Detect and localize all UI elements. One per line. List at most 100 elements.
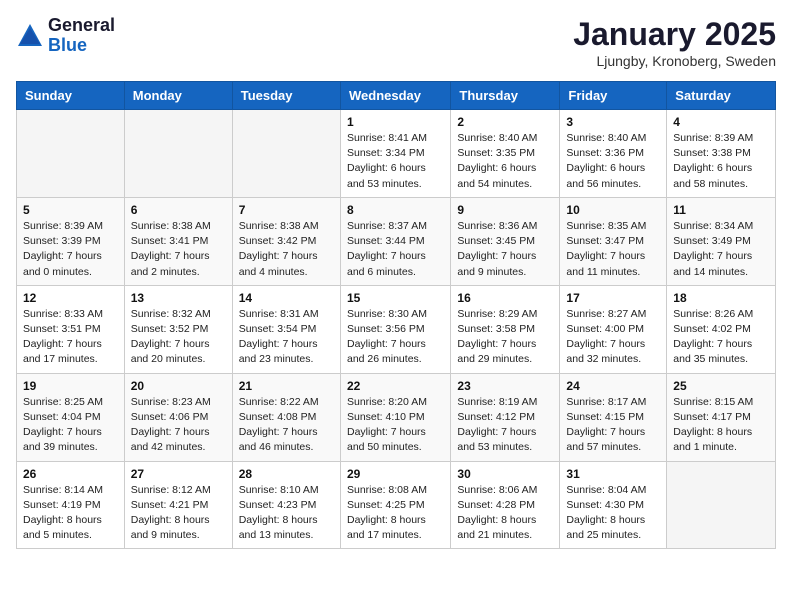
calendar-cell: 27Sunrise: 8:12 AM Sunset: 4:21 PM Dayli… (124, 461, 232, 549)
calendar-cell: 4 Sunrise: 8:39 AM Sunset: 3:38 PM Daylig… (667, 110, 776, 198)
title-block: January 2025 Ljungby, Kronoberg, Sweden (573, 16, 776, 69)
day-number: 3 (566, 115, 660, 129)
day-info: Sunrise: 8:31 AM Sunset: 3:54 PM Dayligh… (239, 307, 334, 368)
day-info: Sunrise: 8:06 AM Sunset: 4:28 PM Dayligh… (457, 483, 553, 544)
calendar-cell: 26 Sunrise: 8:14 AM Sunset: 4:19 PM Dayli… (17, 461, 125, 549)
logo-text-general: General (48, 16, 115, 36)
calendar-cell (232, 110, 340, 198)
day-number: 12 (23, 291, 118, 305)
day-info: Sunrise: 8:25 AM Sunset: 4:04 PM Dayligh… (23, 395, 118, 456)
calendar-cell: 24 Sunrise: 8:17 AM Sunset: 4:15 PM Dayli… (560, 373, 667, 461)
calendar-week-4: 19Sunrise: 8:25 AM Sunset: 4:04 PM Dayli… (17, 373, 776, 461)
calendar-cell: 16Sunrise: 8:29 AM Sunset: 3:58 PM Dayli… (451, 285, 560, 373)
month-title: January 2025 (573, 16, 776, 53)
calendar-cell: 25 Sunrise: 8:15 AM Sunset: 4:17 PM Dayli… (667, 373, 776, 461)
day-info: Sunrise: 8:35 AM Sunset: 3:47 PM Dayligh… (566, 219, 660, 280)
day-header-thursday: Thursday (451, 82, 560, 110)
day-info: Sunrise: 8:08 AM Sunset: 4:25 PM Dayligh… (347, 483, 444, 544)
day-number: 16 (457, 291, 553, 305)
day-number: 2 (457, 115, 553, 129)
page-header: General Blue January 2025 Ljungby, Krono… (16, 16, 776, 69)
day-header-wednesday: Wednesday (340, 82, 450, 110)
day-info: Sunrise: 8:26 AM Sunset: 4:02 PM Dayligh… (673, 307, 769, 368)
logo-icon (16, 22, 44, 50)
day-number: 8 (347, 203, 444, 217)
calendar-cell: 23 Sunrise: 8:19 AM Sunset: 4:12 PM Dayli… (451, 373, 560, 461)
day-number: 13 (131, 291, 226, 305)
day-number: 7 (239, 203, 334, 217)
day-info: Sunrise: 8:04 AM Sunset: 4:30 PM Dayligh… (566, 483, 660, 544)
day-info: Sunrise: 8:39 AM Sunset: 3:38 PM Dayligh… (673, 131, 769, 192)
calendar-cell: 31 Sunrise: 8:04 AM Sunset: 4:30 PM Dayli… (560, 461, 667, 549)
day-info: Sunrise: 8:14 AM Sunset: 4:19 PM Dayligh… (23, 483, 118, 544)
day-number: 10 (566, 203, 660, 217)
calendar-cell: 5Sunrise: 8:39 AM Sunset: 3:39 PM Daylig… (17, 197, 125, 285)
calendar-cell: 1Sunrise: 8:41 AM Sunset: 3:34 PM Daylig… (340, 110, 450, 198)
calendar-cell: 7 Sunrise: 8:38 AM Sunset: 3:42 PM Daylig… (232, 197, 340, 285)
day-number: 6 (131, 203, 226, 217)
calendar-table: SundayMondayTuesdayWednesdayThursdayFrid… (16, 81, 776, 549)
day-number: 28 (239, 467, 334, 481)
calendar-week-2: 5Sunrise: 8:39 AM Sunset: 3:39 PM Daylig… (17, 197, 776, 285)
calendar-cell: 14Sunrise: 8:31 AM Sunset: 3:54 PM Dayli… (232, 285, 340, 373)
day-header-sunday: Sunday (17, 82, 125, 110)
calendar-week-5: 26 Sunrise: 8:14 AM Sunset: 4:19 PM Dayli… (17, 461, 776, 549)
day-info: Sunrise: 8:22 AM Sunset: 4:08 PM Dayligh… (239, 395, 334, 456)
calendar-cell: 21Sunrise: 8:22 AM Sunset: 4:08 PM Dayli… (232, 373, 340, 461)
calendar-cell (17, 110, 125, 198)
calendar-week-3: 12 Sunrise: 8:33 AM Sunset: 3:51 PM Dayli… (17, 285, 776, 373)
day-info: Sunrise: 8:32 AM Sunset: 3:52 PM Dayligh… (131, 307, 226, 368)
location-title: Ljungby, Kronoberg, Sweden (573, 53, 776, 69)
day-header-monday: Monday (124, 82, 232, 110)
calendar-cell: 11Sunrise: 8:34 AM Sunset: 3:49 PM Dayli… (667, 197, 776, 285)
day-info: Sunrise: 8:33 AM Sunset: 3:51 PM Dayligh… (23, 307, 118, 368)
day-number: 26 (23, 467, 118, 481)
day-info: Sunrise: 8:37 AM Sunset: 3:44 PM Dayligh… (347, 219, 444, 280)
day-info: Sunrise: 8:39 AM Sunset: 3:39 PM Dayligh… (23, 219, 118, 280)
calendar-cell: 15 Sunrise: 8:30 AM Sunset: 3:56 PM Dayli… (340, 285, 450, 373)
calendar-cell: 6Sunrise: 8:38 AM Sunset: 3:41 PM Daylig… (124, 197, 232, 285)
logo-text-blue: Blue (48, 36, 115, 56)
day-header-saturday: Saturday (667, 82, 776, 110)
calendar-cell: 28 Sunrise: 8:10 AM Sunset: 4:23 PM Dayli… (232, 461, 340, 549)
day-number: 9 (457, 203, 553, 217)
day-info: Sunrise: 8:41 AM Sunset: 3:34 PM Dayligh… (347, 131, 444, 192)
day-number: 15 (347, 291, 444, 305)
day-number: 22 (347, 379, 444, 393)
calendar-week-1: 1Sunrise: 8:41 AM Sunset: 3:34 PM Daylig… (17, 110, 776, 198)
day-info: Sunrise: 8:36 AM Sunset: 3:45 PM Dayligh… (457, 219, 553, 280)
day-info: Sunrise: 8:40 AM Sunset: 3:35 PM Dayligh… (457, 131, 553, 192)
day-info: Sunrise: 8:20 AM Sunset: 4:10 PM Dayligh… (347, 395, 444, 456)
day-info: Sunrise: 8:17 AM Sunset: 4:15 PM Dayligh… (566, 395, 660, 456)
calendar-cell (667, 461, 776, 549)
calendar-cell: 20Sunrise: 8:23 AM Sunset: 4:06 PM Dayli… (124, 373, 232, 461)
calendar-cell: 9 Sunrise: 8:36 AM Sunset: 3:45 PM Daylig… (451, 197, 560, 285)
day-info: Sunrise: 8:19 AM Sunset: 4:12 PM Dayligh… (457, 395, 553, 456)
day-number: 4 (673, 115, 769, 129)
day-info: Sunrise: 8:34 AM Sunset: 3:49 PM Dayligh… (673, 219, 769, 280)
day-info: Sunrise: 8:27 AM Sunset: 4:00 PM Dayligh… (566, 307, 660, 368)
day-number: 24 (566, 379, 660, 393)
day-header-tuesday: Tuesday (232, 82, 340, 110)
day-info: Sunrise: 8:38 AM Sunset: 3:42 PM Dayligh… (239, 219, 334, 280)
day-number: 31 (566, 467, 660, 481)
calendar-cell: 13 Sunrise: 8:32 AM Sunset: 3:52 PM Dayli… (124, 285, 232, 373)
day-number: 30 (457, 467, 553, 481)
calendar-cell: 2 Sunrise: 8:40 AM Sunset: 3:35 PM Daylig… (451, 110, 560, 198)
calendar-header-row: SundayMondayTuesdayWednesdayThursdayFrid… (17, 82, 776, 110)
day-info: Sunrise: 8:10 AM Sunset: 4:23 PM Dayligh… (239, 483, 334, 544)
day-number: 25 (673, 379, 769, 393)
calendar-cell: 30 Sunrise: 8:06 AM Sunset: 4:28 PM Dayli… (451, 461, 560, 549)
day-header-friday: Friday (560, 82, 667, 110)
day-info: Sunrise: 8:40 AM Sunset: 3:36 PM Dayligh… (566, 131, 660, 192)
calendar-cell: 12 Sunrise: 8:33 AM Sunset: 3:51 PM Dayli… (17, 285, 125, 373)
calendar-cell: 8 Sunrise: 8:37 AM Sunset: 3:44 PM Daylig… (340, 197, 450, 285)
day-number: 27 (131, 467, 226, 481)
day-info: Sunrise: 8:15 AM Sunset: 4:17 PM Dayligh… (673, 395, 769, 456)
day-number: 23 (457, 379, 553, 393)
calendar-cell (124, 110, 232, 198)
calendar-cell: 18Sunrise: 8:26 AM Sunset: 4:02 PM Dayli… (667, 285, 776, 373)
logo: General Blue (16, 16, 115, 56)
day-info: Sunrise: 8:30 AM Sunset: 3:56 PM Dayligh… (347, 307, 444, 368)
day-number: 29 (347, 467, 444, 481)
